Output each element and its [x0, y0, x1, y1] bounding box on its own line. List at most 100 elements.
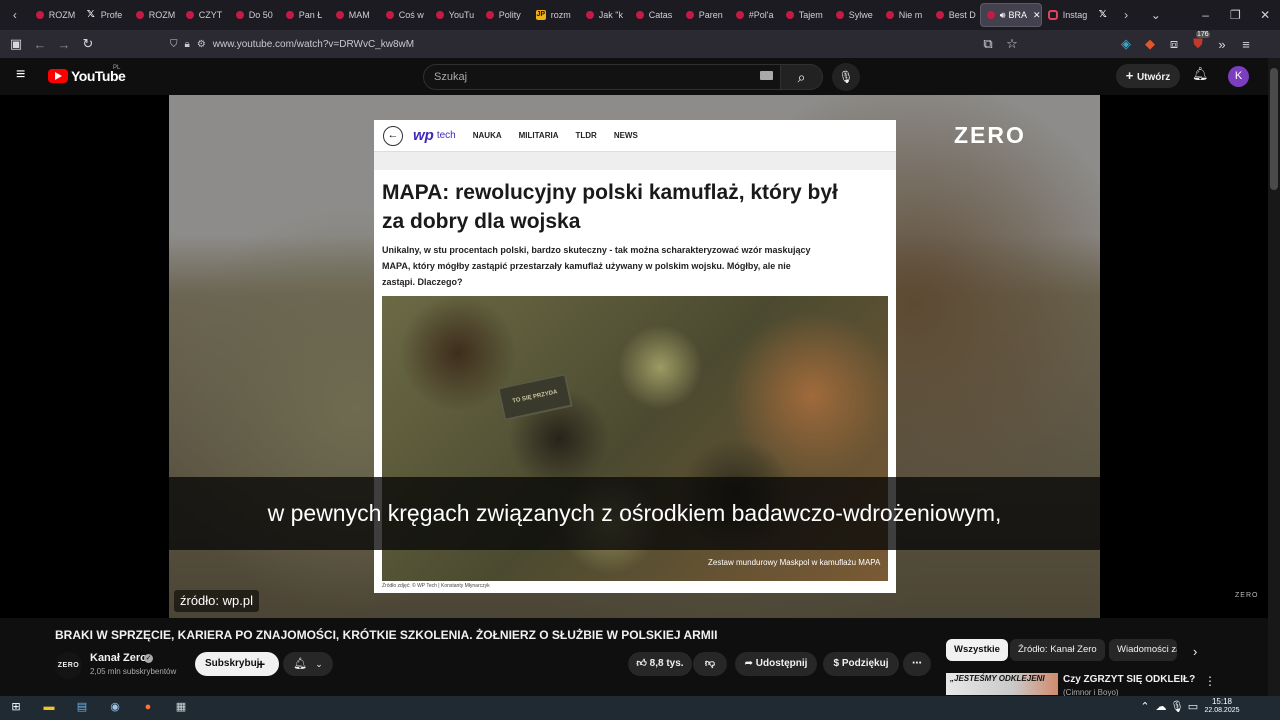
account-avatar[interactable]: K: [1228, 66, 1249, 87]
share-label: Udostępnij: [755, 658, 808, 669]
browser-tab[interactable]: JP rozm: [530, 0, 580, 30]
forward-icon[interactable]: →: [52, 37, 76, 52]
url-text[interactable]: www.youtube.com/watch?v=DRWvC_kw8wM: [213, 39, 414, 50]
keyboard-icon[interactable]: [760, 71, 773, 80]
browser-tab[interactable]: Sylwe: [830, 0, 880, 30]
chip-from-channel[interactable]: Źródło: Kanał Zero: [1010, 639, 1105, 661]
recommended-more-icon[interactable]: ⋮: [1204, 674, 1216, 688]
search-input[interactable]: Szukaj: [423, 64, 781, 90]
dislike-button[interactable]: 👎︎: [693, 652, 727, 676]
browser-tab[interactable]: Paren: [680, 0, 730, 30]
taskbar-date[interactable]: 22.08.2025: [1200, 707, 1244, 714]
subscribe-button[interactable]: Subskrybuj +: [195, 652, 279, 676]
sidebar-toggle-icon[interactable]: ▣: [4, 36, 28, 52]
back-icon[interactable]: ←: [28, 37, 52, 52]
recommended-video-title[interactable]: Czy ZGRZYT SIĘ ODKLEIŁ?: [1063, 674, 1195, 685]
microphone-icon[interactable]: 🎙︎: [1169, 699, 1185, 715]
shield-icon[interactable]: ⛉: [170, 39, 178, 50]
article-menu-item: NEWS: [613, 131, 638, 140]
browser-tab[interactable]: MAM: [330, 0, 380, 30]
create-label: Utwórz: [1136, 72, 1171, 83]
browser-tab[interactable]: YouTu: [430, 0, 480, 30]
thanks-dollar-icon: $: [833, 658, 840, 669]
steam-icon[interactable]: ◉: [107, 699, 123, 715]
overflow-menu-icon[interactable]: »: [1210, 37, 1234, 52]
browser-tab[interactable]: 🔊︎ BRA ✕: [979, 3, 1042, 27]
browser-tab[interactable]: Nie m: [880, 0, 930, 30]
x-tab-icon: 𝕏: [86, 9, 95, 20]
browser-tab[interactable]: Catas: [630, 0, 680, 30]
browser-tab[interactable]: CZYT: [180, 0, 230, 30]
tab-scroll-right-icon[interactable]: ›: [1111, 8, 1141, 22]
guide-menu-icon[interactable]: ≡: [16, 66, 25, 84]
browser-tab[interactable]: Pan Ł: [280, 0, 330, 30]
article-menu-item: NAUKA: [472, 131, 502, 140]
remote-desktop-icon[interactable]: ▤: [74, 699, 90, 715]
reload-icon[interactable]: ↻: [76, 36, 100, 52]
source-label: źródło: wp.pl: [174, 590, 259, 612]
browser-tab[interactable]: ROZM: [30, 0, 80, 30]
picture-in-picture-icon[interactable]: ⧉: [976, 36, 1000, 52]
permissions-icon[interactable]: ⚙︎: [197, 39, 206, 50]
file-explorer-icon[interactable]: ▬: [41, 699, 57, 715]
browser-tab[interactable]: Polity: [480, 0, 530, 30]
chips-next-chevron-icon[interactable]: ›: [1193, 644, 1197, 659]
ublock-icon[interactable]: ⛊ 176: [1186, 31, 1210, 52]
more-actions-button[interactable]: ⋯: [903, 652, 931, 676]
browser-tab[interactable]: Coś w: [380, 0, 430, 30]
search-button[interactable]: ⌕: [781, 64, 823, 90]
browser-tab[interactable]: Best D: [930, 0, 980, 30]
extensions-puzzle-icon[interactable]: ⧈: [1162, 36, 1186, 52]
extension-fox-icon[interactable]: ◆: [1138, 36, 1162, 52]
browser-tab[interactable]: 𝕏Hox: [1092, 0, 1111, 30]
create-button[interactable]: + Utwórz: [1116, 64, 1180, 88]
browser-tab[interactable]: Do 50: [230, 0, 280, 30]
share-button[interactable]: ➦ Udostępnij: [735, 652, 817, 676]
region-code: PL: [113, 65, 121, 71]
notifications-bell-icon[interactable]: 🔔︎: [1192, 66, 1209, 82]
windows-start-icon[interactable]: ⊞: [8, 699, 24, 715]
chip-all[interactable]: Wszystkie: [946, 639, 1008, 661]
page-scrollbar-thumb[interactable]: [1270, 68, 1278, 190]
close-window-icon[interactable]: ✕: [1250, 8, 1280, 22]
subscriber-count: 2,05 mln subskrybentów: [90, 667, 177, 676]
tab-scroll-left-icon[interactable]: ‹: [0, 8, 30, 22]
bookmark-star-icon[interactable]: ☆: [1000, 36, 1024, 52]
onedrive-cloud-icon[interactable]: ☁: [1153, 699, 1169, 715]
firefox-icon[interactable]: ●: [140, 699, 156, 715]
minimize-window-icon[interactable]: –: [1191, 8, 1221, 22]
browser-tab[interactable]: Tajem: [780, 0, 830, 30]
youtube-header: ≡ YouTube PL Szukaj ⌕: [0, 58, 1280, 95]
browser-tab-label: Paren: [698, 10, 723, 20]
browser-tab[interactable]: ROZM: [130, 0, 180, 30]
browser-tab[interactable]: Instag: [1042, 0, 1092, 30]
lock-icon[interactable]: 🔒︎: [185, 39, 190, 50]
article-title: MAPA: rewolucyjny polski kamuflaż, który…: [382, 181, 838, 233]
speaker-icon[interactable]: 🔊︎: [1000, 10, 1006, 21]
notification-settings-button[interactable]: 🔔︎ ⌄: [283, 652, 333, 676]
thanks-button[interactable]: $ Podziękuj: [823, 652, 899, 676]
address-bar[interactable]: ⛉ 🔒︎ ⚙︎ www.youtube.com/watch?v=DRWvC_kw…: [170, 33, 1050, 55]
privacy-badger-icon[interactable]: ◈: [1114, 36, 1138, 52]
tray-chevron-up-icon[interactable]: ⌃: [1137, 699, 1153, 715]
browser-tab[interactable]: Jak "k: [580, 0, 630, 30]
channel-name[interactable]: Kanał Zero: [90, 652, 147, 664]
browser-tab[interactable]: #Pol'a: [730, 0, 780, 30]
browser-tab-label: Do 50: [248, 10, 273, 20]
taskbar-time[interactable]: 15:18: [1200, 697, 1244, 706]
recommended-video-thumbnail[interactable]: „JESTEŚMY ODKLEJENI: [946, 673, 1058, 695]
browser-tab[interactable]: 𝕏 Profe: [80, 0, 130, 30]
voice-search-mic-icon[interactable]: 🎙︎: [832, 63, 860, 91]
calculator-icon[interactable]: ▦: [173, 699, 189, 715]
close-tab-icon[interactable]: ✕: [1033, 10, 1041, 21]
browser-tab-label: Pan Ł: [298, 10, 323, 20]
hamburger-menu-icon[interactable]: ≡: [1234, 37, 1258, 52]
like-button[interactable]: 👍︎ 8,8 tys.: [628, 652, 692, 676]
tab-list-chevron-down-icon[interactable]: ⌄: [1141, 8, 1171, 22]
channel-avatar[interactable]: ZERO: [55, 652, 82, 679]
article-grey-bar: [374, 152, 896, 170]
chip-news[interactable]: Wiadomości za: [1109, 639, 1177, 661]
youtube-logo-icon[interactable]: [48, 69, 68, 83]
network-icon[interactable]: ▭: [1185, 699, 1201, 715]
restore-window-icon[interactable]: ❐: [1220, 8, 1250, 22]
